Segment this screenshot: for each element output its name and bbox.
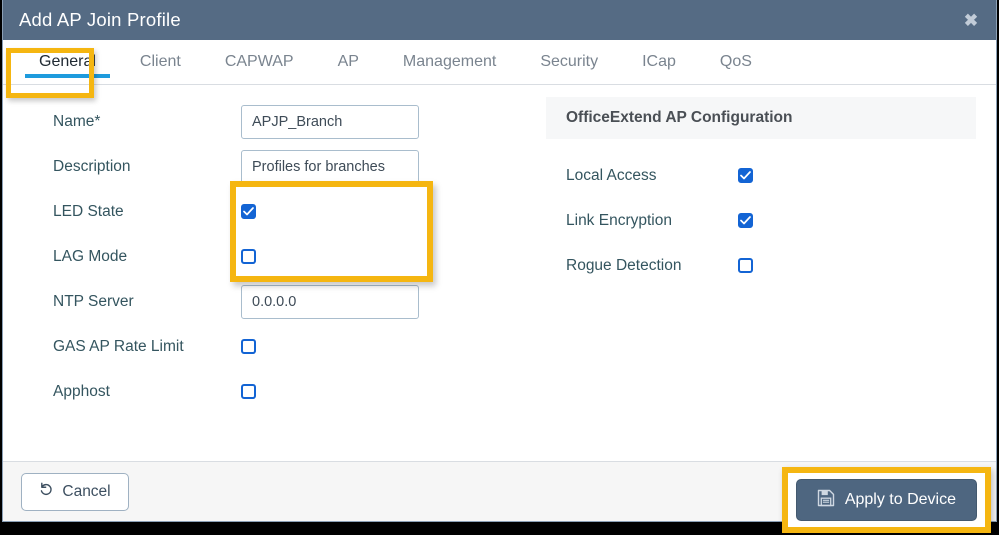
local-access-checkbox[interactable]	[738, 168, 753, 183]
save-floppy-icon	[817, 489, 835, 512]
tab-client-label: Client	[139, 53, 181, 70]
tab-client[interactable]: Client	[118, 40, 203, 84]
description-input[interactable]	[241, 149, 419, 184]
tab-general[interactable]: General	[17, 40, 118, 84]
ntp-server-input[interactable]	[241, 284, 419, 319]
form-row-ntp-server: NTP Server	[3, 279, 528, 324]
description-control	[241, 149, 419, 184]
gas-ap-rate-limit-control	[241, 339, 256, 354]
led-state-control	[241, 204, 256, 219]
name-input[interactable]	[241, 104, 419, 139]
tab-bar: General Client CAPWAP AP Management Secu…	[3, 40, 996, 85]
link-encryption-label: Link Encryption	[566, 211, 672, 229]
local-access-control	[738, 168, 753, 183]
tab-ap-label: AP	[337, 53, 359, 70]
tab-qos-label: QoS	[719, 53, 752, 70]
officeextend-rows: Local Access Link Encryption Rogue Detec…	[546, 139, 976, 288]
name-label: Name*	[53, 112, 101, 130]
form-row-gas-ap-rate-limit: GAS AP Rate Limit	[3, 324, 528, 369]
check-icon	[740, 171, 751, 180]
screenshot-root: Add AP Join Profile ✖ General Client CAP…	[0, 0, 999, 535]
check-icon	[243, 207, 254, 216]
general-form: Name* Description LED State	[3, 85, 528, 461]
cancel-button[interactable]: Cancel	[21, 472, 129, 511]
link-encryption-checkbox[interactable]	[738, 213, 753, 228]
rogue-detection-label: Rogue Detection	[566, 256, 682, 274]
ntp-server-label: NTP Server	[53, 292, 134, 310]
active-tab-underline	[25, 74, 110, 78]
tab-capwap-label: CAPWAP	[224, 53, 294, 70]
tab-general-label: General	[39, 53, 96, 70]
apply-to-device-button[interactable]: Apply to Device	[795, 479, 977, 521]
tab-capwap[interactable]: CAPWAP	[203, 40, 316, 84]
dialog-titlebar: Add AP Join Profile ✖	[3, 0, 996, 40]
dialog-footer: Cancel Apply to Device	[3, 461, 996, 533]
tab-security[interactable]: Security	[518, 40, 620, 84]
form-row-link-encryption: Link Encryption	[546, 198, 976, 243]
cancel-button-label: Cancel	[62, 482, 111, 500]
dialog-body: Name* Description LED State	[3, 85, 996, 461]
highlight-box-apply-button: Apply to Device	[781, 467, 991, 533]
tab-management-label: Management	[402, 53, 497, 70]
form-row-lag-mode: LAG Mode	[3, 234, 528, 279]
form-row-rogue-detection: Rogue Detection	[546, 243, 976, 288]
form-row-local-access: Local Access	[546, 153, 976, 198]
lag-mode-label: LAG Mode	[53, 247, 128, 265]
gas-ap-rate-limit-checkbox[interactable]	[241, 339, 256, 354]
form-row-name: Name*	[3, 99, 528, 144]
gas-ap-rate-limit-label: GAS AP Rate Limit	[53, 337, 184, 355]
form-row-led-state: LED State	[3, 189, 528, 234]
officeextend-panel: OfficeExtend AP Configuration Local Acce…	[528, 85, 996, 461]
tab-qos[interactable]: QoS	[698, 40, 774, 84]
apphost-control	[241, 384, 256, 399]
form-row-apphost: Apphost	[3, 369, 528, 414]
tab-ap[interactable]: AP	[316, 40, 381, 84]
tab-management[interactable]: Management	[381, 40, 518, 84]
officeextend-header: OfficeExtend AP Configuration	[546, 97, 976, 139]
local-access-label: Local Access	[566, 166, 657, 184]
apphost-checkbox[interactable]	[241, 384, 256, 399]
tab-icap[interactable]: ICap	[620, 40, 698, 84]
page-title: Add AP Join Profile	[19, 9, 181, 30]
led-state-label: LED State	[53, 202, 124, 220]
undo-arrow-icon	[39, 482, 54, 502]
tab-security-label: Security	[540, 53, 599, 70]
link-encryption-control	[738, 213, 753, 228]
apply-to-device-label: Apply to Device	[844, 491, 956, 508]
rogue-detection-control	[738, 258, 753, 273]
lag-mode-checkbox[interactable]	[241, 249, 256, 264]
rogue-detection-checkbox[interactable]	[738, 258, 753, 273]
form-row-description: Description	[3, 144, 528, 189]
tab-icap-label: ICap	[642, 53, 676, 70]
add-ap-join-profile-dialog: Add AP Join Profile ✖ General Client CAP…	[2, 0, 997, 533]
close-icon[interactable]: ✖	[960, 9, 982, 31]
check-icon	[740, 216, 751, 225]
lag-mode-control	[241, 249, 256, 264]
description-label: Description	[53, 157, 131, 175]
apphost-label: Apphost	[53, 382, 110, 400]
led-state-checkbox[interactable]	[241, 204, 256, 219]
name-control	[241, 104, 419, 139]
ntp-server-control	[241, 284, 419, 319]
